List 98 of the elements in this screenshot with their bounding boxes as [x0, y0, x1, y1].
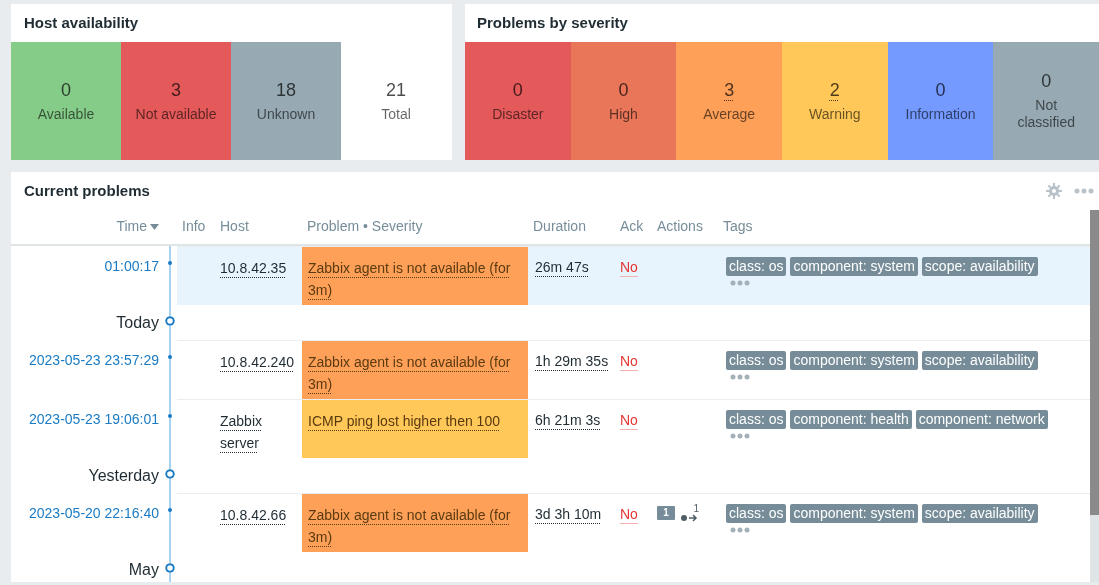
tag[interactable]: class: os — [726, 256, 787, 276]
duration-link[interactable]: 1h 29m 35s — [535, 352, 609, 369]
column-header[interactable]: Problem • Severity — [307, 216, 423, 238]
more-icon[interactable] — [730, 432, 750, 439]
ack-link[interactable]: No — [620, 505, 638, 522]
status-tile[interactable]: 0 Available — [11, 42, 121, 160]
more-icon[interactable] — [730, 526, 750, 533]
tile-count: 0 — [61, 79, 71, 102]
status-tile[interactable]: 0 Information — [887, 42, 994, 160]
column-header[interactable]: Host — [220, 216, 249, 238]
tile-count: 3 — [171, 79, 181, 102]
ack-link[interactable]: No — [620, 258, 638, 275]
time-link[interactable]: 2023-05-20 22:16:40 — [11, 492, 163, 552]
problem-link[interactable]: Zabbix agent is not available (for 3m) — [308, 256, 522, 301]
status-tile[interactable]: 0 Not classified — [993, 42, 1099, 160]
duration-link[interactable]: 6h 21m 3s — [535, 411, 601, 428]
date-divider: May — [127, 560, 160, 580]
tile-count: 0 — [512, 79, 523, 102]
date-divider: Yesterday — [87, 466, 160, 487]
scrollbar[interactable] — [1090, 210, 1099, 582]
time-link[interactable]: 01:00:17 — [11, 245, 163, 305]
tile-label: Available — [36, 105, 96, 123]
tag[interactable]: class: os — [726, 350, 787, 370]
timeline-circle-icon — [165, 469, 175, 480]
timeline-dot-icon — [168, 260, 172, 265]
timeline-dot-icon — [168, 413, 172, 418]
status-tile[interactable]: 3 Not available — [121, 42, 231, 160]
status-tile[interactable]: 2 Warning — [782, 42, 888, 160]
more-icon[interactable] — [1074, 188, 1094, 194]
tag[interactable]: component: health — [790, 409, 912, 429]
date-divider: Today — [115, 312, 160, 333]
problem-row[interactable]: Zabbix server ICMP ping lost higher then 100 6h 21m 3s No class: os component: health component: network — [177, 398, 1090, 459]
widget-title: Host availability — [23, 12, 140, 33]
status-tile[interactable]: 18 Unknown — [231, 42, 341, 160]
dot-arrow-icon — [681, 513, 699, 522]
message-count-icon[interactable]: 1 — [657, 505, 675, 520]
tag[interactable]: scope: availability — [921, 503, 1038, 523]
tile-count: 0 — [935, 79, 946, 102]
tile-label: Warning — [808, 105, 862, 123]
ack-link[interactable]: No — [620, 352, 638, 369]
status-tile[interactable]: 0 Disaster — [465, 42, 571, 160]
tag[interactable]: class: os — [726, 409, 787, 429]
widget-title: Current problems — [24, 180, 150, 201]
column-header[interactable]: Time — [116, 216, 159, 238]
timeline-dot-icon — [168, 507, 172, 512]
duration-link[interactable]: 26m 47s — [535, 258, 589, 275]
column-header[interactable]: Duration — [533, 216, 586, 238]
ack-link[interactable]: No — [620, 411, 638, 428]
column-header[interactable]: Info — [182, 216, 206, 238]
host-link[interactable]: 10.8.42.66 — [220, 503, 287, 526]
tag[interactable]: class: os — [726, 503, 787, 523]
status-tile[interactable]: 0 High — [570, 42, 677, 160]
tile-label: Disaster — [491, 105, 545, 123]
tile-count: 2 — [829, 79, 840, 102]
tile-label: Not classified — [1016, 96, 1076, 132]
tag[interactable]: component: system — [790, 350, 918, 370]
timeline-circle-icon — [165, 563, 175, 573]
status-tile[interactable]: 3 Average — [676, 42, 782, 160]
column-header[interactable]: Ack — [620, 216, 644, 238]
host-link[interactable]: 10.8.42.240 — [220, 350, 294, 373]
timeline-dot-icon — [168, 354, 172, 359]
timeline-circle-icon — [165, 315, 175, 326]
host-link[interactable]: 10.8.42.35 — [220, 256, 287, 279]
column-header[interactable]: Tags — [723, 216, 753, 238]
problem-row[interactable]: 10.8.42.35 Zabbix agent is not available (for 3m) 26m 47s No class: os component: system scope: availability — [177, 245, 1090, 305]
tag[interactable]: component: system — [790, 256, 918, 276]
gear-icon[interactable] — [1046, 183, 1062, 199]
sort-down-icon — [150, 223, 159, 230]
tile-count: 0 — [618, 79, 629, 102]
problem-link[interactable]: ICMP ping lost higher then 100 — [308, 409, 500, 432]
more-icon[interactable] — [730, 279, 750, 286]
column-header[interactable]: Actions — [657, 216, 703, 238]
time-link[interactable]: 2023-05-23 23:57:29 — [11, 339, 163, 399]
tile-label: Unknown — [255, 105, 317, 123]
tile-count: 21 — [386, 79, 406, 102]
widget-title: Problems by severity — [476, 12, 629, 33]
event-count-icon[interactable]: 1 — [681, 503, 699, 522]
problem-row[interactable]: 10.8.42.66 Zabbix agent is not available (for 3m) 3d 3h 10m No 1 1 class: os component: system scope: availability — [177, 492, 1090, 552]
problem-link[interactable]: Zabbix agent is not available (for 3m) — [308, 350, 522, 395]
tile-count: 0 — [1041, 70, 1052, 93]
tile-label: Information — [904, 105, 977, 123]
problem-row[interactable]: 10.8.42.240 Zabbix agent is not available (for 3m) 1h 29m 35s No class: os component: system scope: availability — [177, 339, 1090, 399]
scrollbar-thumb[interactable] — [1090, 210, 1099, 515]
host-link[interactable]: Zabbix server — [220, 409, 296, 454]
tile-count: 3 — [724, 79, 735, 102]
tile-label: High — [608, 105, 639, 123]
more-icon[interactable] — [730, 373, 750, 380]
tile-label: Average — [702, 105, 757, 123]
tile-label: Total — [380, 105, 412, 123]
tag[interactable]: component: system — [790, 503, 918, 523]
duration-link[interactable]: 3d 3h 10m — [535, 505, 602, 522]
tile-label: Not available — [134, 105, 218, 123]
problem-link[interactable]: Zabbix agent is not available (for 3m) — [308, 503, 522, 548]
tag[interactable]: component: network — [915, 409, 1048, 429]
tag[interactable]: scope: availability — [921, 256, 1038, 276]
tile-count: 18 — [276, 79, 296, 102]
time-link[interactable]: 2023-05-23 19:06:01 — [11, 398, 163, 459]
tag[interactable]: scope: availability — [921, 350, 1038, 370]
